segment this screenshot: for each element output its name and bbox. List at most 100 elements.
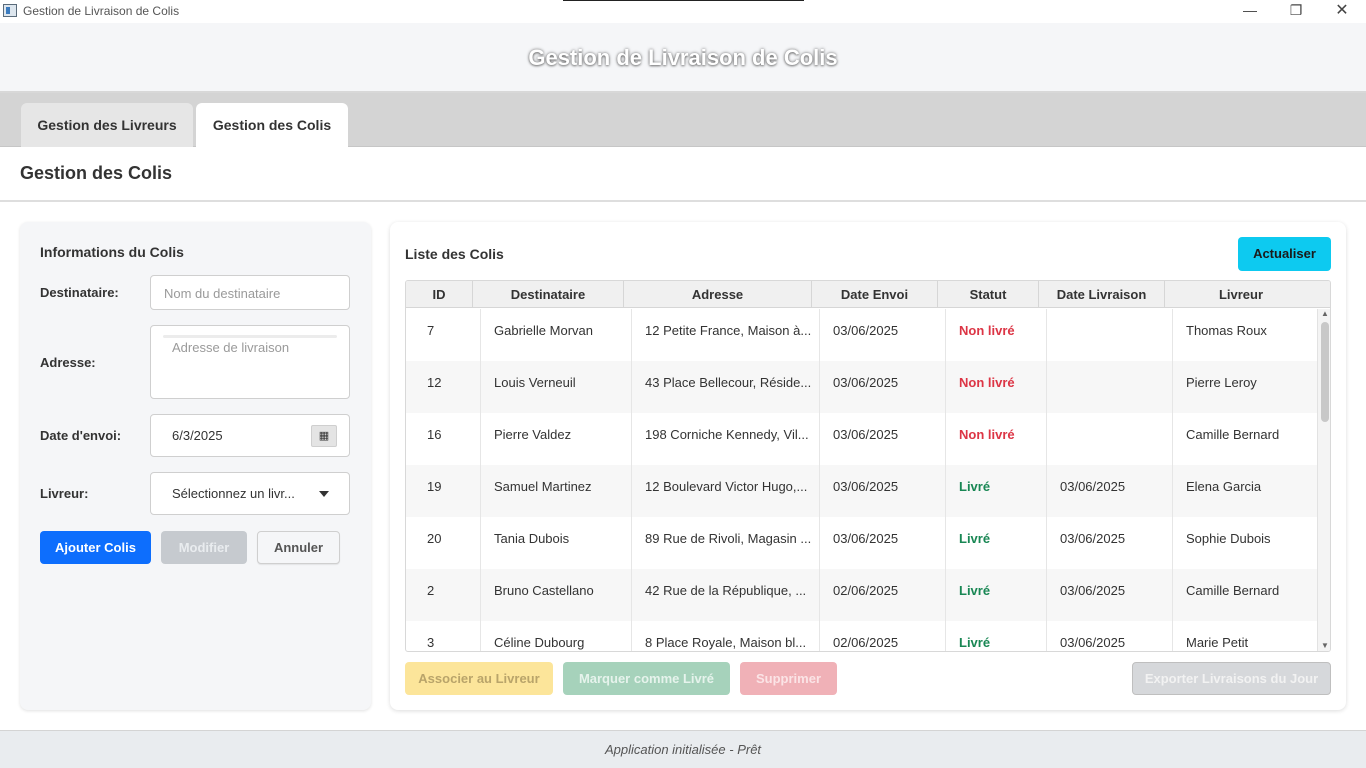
table-row[interactable]: 16 Pierre Valdez 198 Corniche Kennedy, V… <box>406 413 1317 465</box>
cell-date-livraison: 03/06/2025 <box>1047 517 1173 569</box>
table-row[interactable]: 12 Louis Verneuil 43 Place Bellecour, Ré… <box>406 361 1317 413</box>
cell-livreur: Elena Garcia <box>1186 479 1262 494</box>
cell-id: 12 <box>406 361 481 413</box>
adresse-placeholder: Adresse de livraison <box>172 340 290 355</box>
minimize-icon[interactable]: — <box>1227 0 1273 23</box>
destinataire-placeholder: Nom du destinataire <box>164 286 281 301</box>
actualiser-button[interactable]: Actualiser <box>1238 237 1331 271</box>
cell-date-envoi: 02/06/2025 <box>820 621 946 651</box>
chevron-down-icon <box>319 491 329 497</box>
tab-bar: Gestion des Livreurs Gestion des Colis <box>0 93 1366 147</box>
adresse-textarea[interactable]: Adresse de livraison <box>150 325 350 399</box>
column-header-livreur[interactable]: Livreur <box>1165 281 1317 308</box>
cell-date-envoi: 03/06/2025 <box>820 517 946 569</box>
cell-date-livraison: 03/06/2025 <box>1047 465 1173 517</box>
window-title: Gestion de Livraison de Colis <box>23 4 180 18</box>
cell-id: 20 <box>406 517 481 569</box>
scroll-up-icon[interactable]: ▲ <box>1318 309 1330 318</box>
column-header-date-livraison[interactable]: Date Livraison <box>1039 281 1165 308</box>
table-header: ID Destinataire Adresse Date Envoi Statu… <box>406 281 1317 308</box>
cell-id: 3 <box>406 621 481 651</box>
table-row[interactable]: 20 Tania Dubois 89 Rue de Rivoli, Magasi… <box>406 517 1317 569</box>
column-header-destinataire[interactable]: Destinataire <box>473 281 624 308</box>
list-title: Liste des Colis <box>405 246 504 262</box>
cell-destinataire: Louis Verneuil <box>481 361 632 413</box>
exporter-livraisons-button[interactable]: Exporter Livraisons du Jour <box>1132 662 1331 695</box>
colis-table: ID Destinataire Adresse Date Envoi Statu… <box>405 280 1331 652</box>
cell-date-envoi: 03/06/2025 <box>820 309 946 361</box>
cell-adresse: 43 Place Bellecour, Réside... <box>632 361 820 413</box>
cell-livreur: Thomas Roux <box>1186 323 1267 338</box>
cell-livreur: Camille Bernard <box>1186 427 1280 442</box>
cell-date-livraison <box>1047 309 1173 361</box>
cell-adresse: 12 Boulevard Victor Hugo,... <box>632 465 820 517</box>
header-corner <box>1317 281 1330 308</box>
cell-date-envoi: 02/06/2025 <box>820 569 946 621</box>
livreur-select[interactable]: Sélectionnez un livr... <box>150 472 350 515</box>
supprimer-button[interactable]: Supprimer <box>740 662 837 695</box>
tab-gestion-colis[interactable]: Gestion des Colis <box>196 103 348 147</box>
cell-date-livraison <box>1047 413 1173 465</box>
column-header-date-envoi[interactable]: Date Envoi <box>812 281 938 308</box>
form-title: Informations du Colis <box>40 244 184 260</box>
colis-form-card: Informations du Colis Destinataire: Nom … <box>20 222 371 710</box>
cell-livreur: Sophie Dubois <box>1186 531 1271 546</box>
cell-statut: Non livré <box>946 413 1047 465</box>
cell-id: 7 <box>406 309 481 361</box>
table-row[interactable]: 7 Gabrielle Morvan 12 Petite France, Mai… <box>406 309 1317 361</box>
cell-date-livraison <box>1047 361 1173 413</box>
cell-date-envoi: 03/06/2025 <box>820 465 946 517</box>
cell-statut: Livré <box>946 465 1047 517</box>
calendar-icon[interactable]: ▦ <box>311 425 337 447</box>
status-bar: Application initialisée - Prêt <box>0 730 1366 768</box>
cell-destinataire: Gabrielle Morvan <box>481 309 632 361</box>
divider <box>0 200 1366 202</box>
ajouter-colis-button[interactable]: Ajouter Colis <box>40 531 151 564</box>
cell-livreur: Camille Bernard <box>1186 583 1280 598</box>
cell-adresse: 42 Rue de la République, ... <box>632 569 820 621</box>
cell-id: 19 <box>406 465 481 517</box>
cell-date-envoi: 03/06/2025 <box>820 361 946 413</box>
cell-date-livraison: 03/06/2025 <box>1047 621 1173 651</box>
window-titlebar: Gestion de Livraison de Colis — ❐ ✕ <box>0 0 1366 23</box>
modifier-button[interactable]: Modifier <box>161 531 247 564</box>
date-envoi-label: Date d'envoi: <box>40 428 122 443</box>
destinataire-label: Destinataire: <box>40 285 119 300</box>
table-row[interactable]: 19 Samuel Martinez 12 Boulevard Victor H… <box>406 465 1317 517</box>
table-row[interactable]: 3 Céline Dubourg 8 Place Royale, Maison … <box>406 621 1317 651</box>
cell-destinataire: Bruno Castellano <box>481 569 632 621</box>
app-banner: Gestion de Livraison de Colis <box>0 23 1366 93</box>
date-envoi-picker[interactable]: 6/3/2025 ▦ <box>150 414 350 457</box>
marquer-livre-button[interactable]: Marquer comme Livré <box>563 662 730 695</box>
cell-adresse: 8 Place Royale, Maison bl... <box>632 621 820 651</box>
cell-adresse: 12 Petite France, Maison à... <box>632 309 820 361</box>
tab-gestion-livreurs[interactable]: Gestion des Livreurs <box>21 103 193 147</box>
scrollbar-thumb[interactable] <box>1321 322 1329 422</box>
cell-livreur: Marie Petit <box>1186 635 1249 650</box>
app-icon <box>3 4 17 17</box>
cell-destinataire: Céline Dubourg <box>481 621 632 651</box>
table-scrollbar[interactable]: ▲ ▼ <box>1317 309 1330 651</box>
column-header-adresse[interactable]: Adresse <box>624 281 812 308</box>
cell-date-envoi: 03/06/2025 <box>820 413 946 465</box>
destinataire-input[interactable]: Nom du destinataire <box>150 275 350 310</box>
cell-adresse: 198 Corniche Kennedy, Vil... <box>632 413 820 465</box>
page-title: Gestion des Colis <box>20 163 173 183</box>
restore-icon[interactable]: ❐ <box>1273 0 1319 23</box>
annuler-button[interactable]: Annuler <box>257 531 340 564</box>
cell-statut: Non livré <box>946 309 1047 361</box>
close-icon[interactable]: ✕ <box>1319 0 1365 23</box>
cell-destinataire: Samuel Martinez <box>481 465 632 517</box>
column-header-statut[interactable]: Statut <box>938 281 1039 308</box>
cell-destinataire: Tania Dubois <box>481 517 632 569</box>
table-row[interactable]: 2 Bruno Castellano 42 Rue de la Républiq… <box>406 569 1317 621</box>
column-header-id[interactable]: ID <box>406 281 473 308</box>
cell-livreur: Pierre Leroy <box>1186 375 1257 390</box>
scroll-down-icon[interactable]: ▼ <box>1318 641 1330 650</box>
cell-statut: Livré <box>946 569 1047 621</box>
associer-livreur-button[interactable]: Associer au Livreur <box>405 662 553 695</box>
colis-list-card: Liste des Colis Actualiser ID Destinatai… <box>390 222 1346 710</box>
cell-date-livraison: 03/06/2025 <box>1047 569 1173 621</box>
cell-statut: Livré <box>946 517 1047 569</box>
cell-adresse: 89 Rue de Rivoli, Magasin ... <box>632 517 820 569</box>
